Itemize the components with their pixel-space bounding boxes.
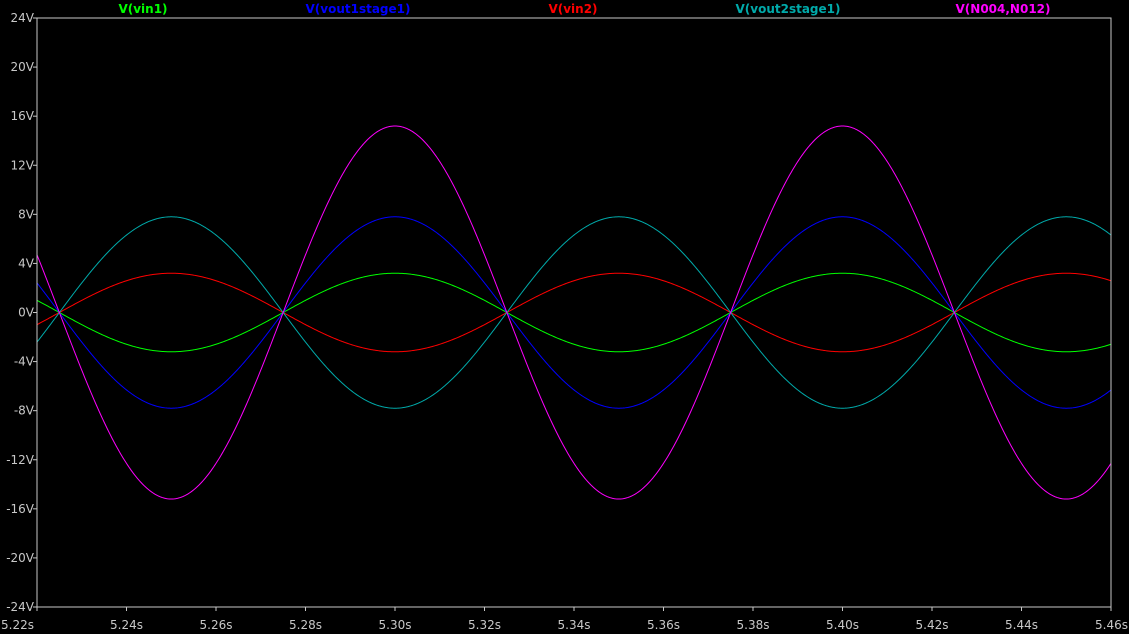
y-tick-label: 8V <box>18 207 35 221</box>
x-tick-label: 5.42s <box>916 618 949 632</box>
y-tick-label: -20V <box>6 551 35 565</box>
x-tick-label: 5.32s <box>468 618 501 632</box>
legend-entry[interactable]: V(vin2) <box>548 2 597 16</box>
y-tick-label: -4V <box>14 355 35 369</box>
y-tick-label: -24V <box>6 600 35 614</box>
y-tick-label: 0V <box>18 306 35 320</box>
x-tick-label: 5.34s <box>558 618 591 632</box>
x-tick-label: 5.22s <box>1 618 34 632</box>
y-tick-label: 24V <box>11 11 35 25</box>
y-tick-label: -12V <box>6 453 35 467</box>
x-tick-label: 5.26s <box>200 618 233 632</box>
x-tick-label: 5.38s <box>737 618 770 632</box>
y-tick-label: 12V <box>11 158 35 172</box>
x-tick-label: 5.44s <box>1005 618 1038 632</box>
x-tick-label: 5.30s <box>379 618 412 632</box>
waveform-plot: 24V 20V 16V 12V 8V 4V 0V -4V -8V -12V -16V -20V -24V… <box>0 0 1129 634</box>
plot-background <box>0 0 1129 634</box>
y-tick-label: 16V <box>11 109 35 123</box>
legend-entry[interactable]: V(vout1stage1) <box>305 2 410 16</box>
x-tick-label: 5.24s <box>110 618 143 632</box>
legend-entry[interactable]: V(vin1) <box>118 2 167 16</box>
x-tick-label: 5.40s <box>826 618 859 632</box>
x-tick-label: 5.46s <box>1095 618 1128 632</box>
legend-entry[interactable]: V(N004,N012) <box>956 2 1051 16</box>
y-tick-label: -8V <box>14 404 35 418</box>
y-tick-label: 4V <box>18 256 35 270</box>
y-tick-label: 20V <box>11 60 35 74</box>
y-tick-label: -16V <box>6 502 35 516</box>
legend-entry[interactable]: V(vout2stage1) <box>735 2 840 16</box>
x-tick-label: 5.36s <box>647 618 680 632</box>
x-tick-label: 5.28s <box>289 618 322 632</box>
